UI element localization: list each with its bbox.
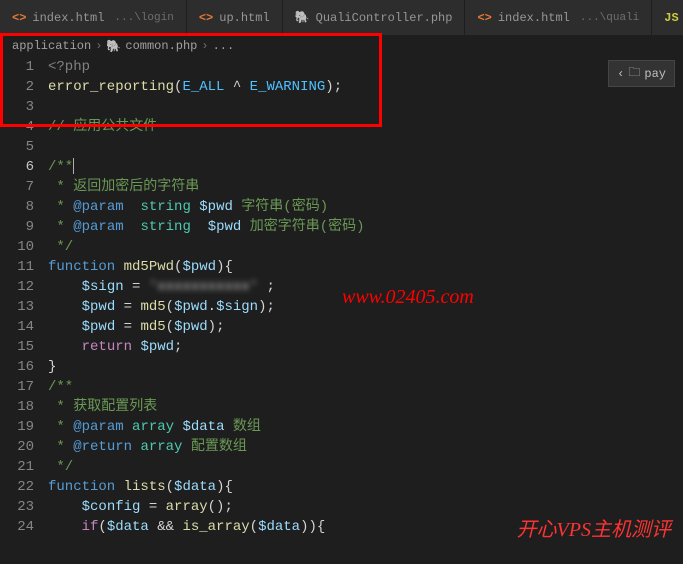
breadcrumb-file: common.php: [125, 39, 197, 53]
line-number: 16: [0, 357, 34, 377]
code-line[interactable]: /**: [48, 377, 683, 397]
code-line[interactable]: */: [48, 237, 683, 257]
line-number: 4: [0, 117, 34, 137]
line-number: 12: [0, 277, 34, 297]
line-number: 15: [0, 337, 34, 357]
code-line[interactable]: * @param string $pwd 加密字符串(密码): [48, 217, 683, 237]
html-icon: <>: [12, 11, 26, 25]
line-number: 13: [0, 297, 34, 317]
chevron-left-icon[interactable]: ‹: [617, 67, 624, 81]
code-line[interactable]: $pwd = md5($pwd.$sign);: [48, 297, 683, 317]
code-line[interactable]: $sign = 'xxxxxxxxxxx' ;: [48, 277, 683, 297]
html-icon: <>: [199, 11, 213, 25]
text-cursor: [73, 158, 74, 174]
line-gutter: 123456789101112131415161718192021222324: [0, 57, 48, 564]
folder-name: pay: [644, 67, 666, 81]
breadcrumb-more: ...: [213, 39, 235, 53]
line-number: 14: [0, 317, 34, 337]
code-line[interactable]: function md5Pwd($pwd){: [48, 257, 683, 277]
breadcrumb[interactable]: application › 🐘 common.php › ...: [0, 35, 683, 57]
tab-label: index.html: [32, 11, 104, 25]
tab-index-html[interactable]: <> index.html ...\login: [0, 0, 187, 35]
php-icon: 🐘: [106, 39, 121, 54]
code-line[interactable]: <?php: [48, 57, 683, 77]
line-number: 11: [0, 257, 34, 277]
code-line[interactable]: */: [48, 457, 683, 477]
line-number: 6: [0, 157, 34, 177]
line-number: 1: [0, 57, 34, 77]
tab-path: ...\login: [114, 12, 173, 24]
line-number: 5: [0, 137, 34, 157]
code-line[interactable]: error_reporting(E_ALL ^ E_WARNING);: [48, 77, 683, 97]
line-number: 18: [0, 397, 34, 417]
code-line[interactable]: [48, 97, 683, 117]
tab-path: ...\quali: [580, 12, 639, 24]
folder-icon: 🗀: [628, 63, 640, 84]
chevron-right-icon: ›: [95, 39, 102, 53]
line-number: 8: [0, 197, 34, 217]
code-line[interactable]: // 应用公共文件: [48, 117, 683, 137]
code-line[interactable]: /**: [48, 157, 683, 177]
breadcrumb-folder: application: [12, 39, 91, 53]
chevron-right-icon: ›: [201, 39, 208, 53]
code-editor[interactable]: 123456789101112131415161718192021222324 …: [0, 57, 683, 564]
line-number: 3: [0, 97, 34, 117]
line-number: 23: [0, 497, 34, 517]
code-line[interactable]: return $pwd;: [48, 337, 683, 357]
js-icon: JS: [664, 11, 678, 25]
tab-index-html[interactable]: <> index.html ...\quali: [465, 0, 652, 35]
html-icon: <>: [477, 11, 491, 25]
tab-QualiController-php[interactable]: 🐘 QualiController.php: [283, 0, 466, 35]
line-number: 19: [0, 417, 34, 437]
code-line[interactable]: $config = array();: [48, 497, 683, 517]
line-number: 10: [0, 237, 34, 257]
line-number: 2: [0, 77, 34, 97]
tab-label: up.html: [219, 11, 269, 25]
line-number: 9: [0, 217, 34, 237]
line-number: 24: [0, 517, 34, 537]
code-line[interactable]: * 返回加密后的字符串: [48, 177, 683, 197]
line-number: 22: [0, 477, 34, 497]
tab-quali-js[interactable]: JSquali.js: [652, 0, 683, 35]
code-line[interactable]: * @param array $data 数组: [48, 417, 683, 437]
code-line[interactable]: * 获取配置列表: [48, 397, 683, 417]
code-line[interactable]: if($data && is_array($data)){: [48, 517, 683, 537]
tab-label: QualiController.php: [316, 11, 453, 25]
line-number: 7: [0, 177, 34, 197]
code-line[interactable]: [48, 137, 683, 157]
folder-nav[interactable]: ‹ 🗀 pay: [608, 60, 675, 87]
tab-label: index.html: [498, 11, 570, 25]
code-line[interactable]: }: [48, 357, 683, 377]
line-number: 20: [0, 437, 34, 457]
code-line[interactable]: $pwd = md5($pwd);: [48, 317, 683, 337]
code-line[interactable]: * @return array 配置数组: [48, 437, 683, 457]
code-line[interactable]: * @param string $pwd 字符串(密码): [48, 197, 683, 217]
code-line[interactable]: function lists($data){: [48, 477, 683, 497]
tab-up-html[interactable]: <> up.html: [187, 0, 283, 35]
line-number: 21: [0, 457, 34, 477]
code-area[interactable]: <?phperror_reporting(E_ALL ^ E_WARNING);…: [48, 57, 683, 564]
php-icon: 🐘: [295, 10, 310, 25]
editor-tabs: <> index.html ...\login <> up.html 🐘 QualiCont…: [0, 0, 683, 35]
line-number: 17: [0, 377, 34, 397]
